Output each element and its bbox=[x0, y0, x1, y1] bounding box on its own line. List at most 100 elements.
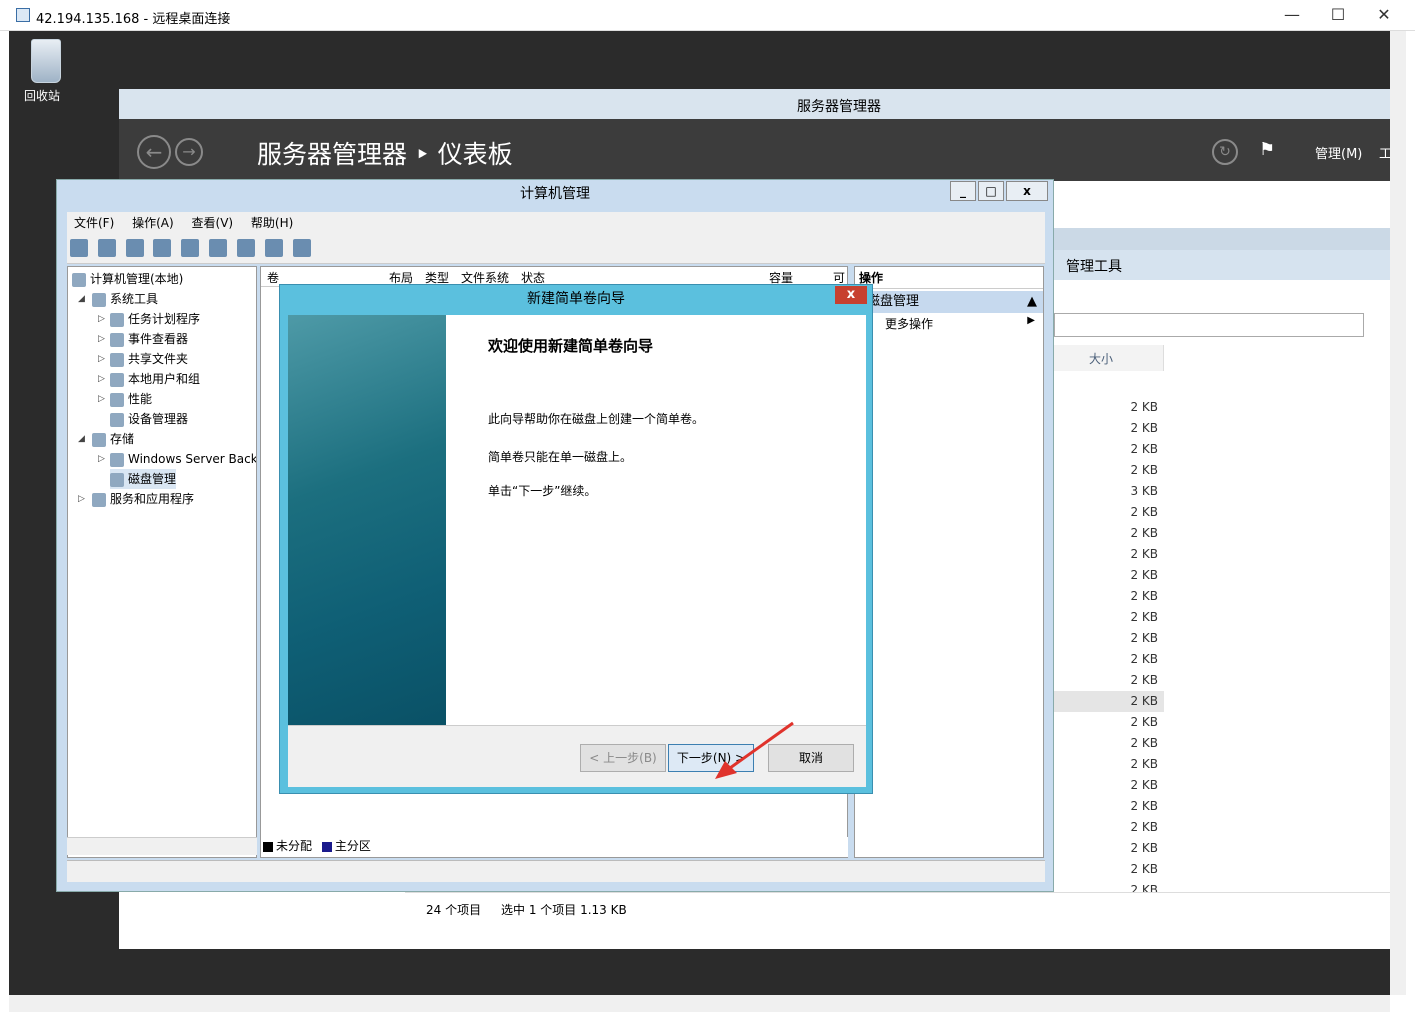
file-size-cell[interactable]: 3 KB bbox=[1054, 481, 1164, 502]
minimize-button[interactable]: — bbox=[1272, 4, 1312, 26]
cm-close-button[interactable]: x bbox=[1006, 181, 1048, 201]
expand-icon[interactable]: ▷ bbox=[98, 334, 105, 344]
item-count: 24 个项目 bbox=[426, 903, 482, 917]
expand-icon[interactable]: ▷ bbox=[98, 374, 105, 384]
close-button[interactable]: ✕ bbox=[1364, 4, 1404, 26]
rdp-horizontal-scrollbar[interactable] bbox=[9, 995, 1390, 1012]
show-action-pane-icon[interactable] bbox=[209, 239, 228, 257]
file-size-cell[interactable]: 2 KB bbox=[1054, 523, 1164, 544]
actions-pane: 操作 磁盘管理 ▲ 更多操作 ▶ bbox=[854, 266, 1044, 858]
tree-item-task-scheduler[interactable]: 任务计划程序 bbox=[110, 309, 200, 329]
show-tree-icon[interactable] bbox=[153, 239, 172, 257]
tree-item-local-users-groups[interactable]: 本地用户和组 bbox=[110, 369, 200, 389]
tree-item-device-manager[interactable]: 设备管理器 bbox=[110, 409, 188, 429]
users-icon bbox=[110, 372, 124, 387]
tree-item-system-tools[interactable]: 系统工具 bbox=[92, 289, 158, 309]
actions-header: 操作 bbox=[855, 267, 1043, 289]
menu-manage[interactable]: 管理(M) bbox=[1315, 143, 1362, 162]
menu-tools[interactable]: 工 bbox=[1379, 143, 1390, 162]
server-manager-breadcrumb: 服务器管理器 ‣ 仪表板 bbox=[257, 140, 513, 169]
expand-icon[interactable]: ▷ bbox=[98, 394, 105, 404]
tree-item-performance[interactable]: 性能 bbox=[110, 389, 152, 409]
properties-icon[interactable] bbox=[264, 239, 283, 257]
maximize-button[interactable]: ☐ bbox=[1318, 4, 1358, 26]
up-folder-icon[interactable] bbox=[125, 239, 144, 257]
file-size-cell[interactable]: 2 KB bbox=[1054, 775, 1164, 796]
file-size-cell[interactable]: 2 KB bbox=[1054, 838, 1164, 859]
expand-icon[interactable]: ▷ bbox=[78, 494, 85, 504]
rdp-titlebar: 42.194.135.168 - 远程桌面连接 — ☐ ✕ bbox=[0, 0, 1415, 31]
disk-icon bbox=[110, 472, 124, 487]
file-size-cell[interactable]: 2 KB bbox=[1054, 460, 1164, 481]
refresh-icon[interactable]: ↻ bbox=[1212, 139, 1238, 165]
wizard-heading: 欢迎使用新建简单卷向导 bbox=[488, 337, 654, 355]
back-nav-icon[interactable]: ← bbox=[137, 135, 171, 169]
actions-more[interactable]: 更多操作 bbox=[885, 315, 933, 332]
file-size-cell[interactable]: 2 KB bbox=[1054, 586, 1164, 607]
export-icon[interactable] bbox=[292, 239, 311, 257]
cm-toolbar bbox=[67, 234, 1045, 264]
back-arrow-icon[interactable] bbox=[70, 239, 88, 257]
cm-minimize-button[interactable]: _ bbox=[950, 181, 976, 201]
explorer-header: 管理工具 bbox=[1054, 250, 1390, 280]
expand-icon[interactable]: ▷ bbox=[98, 354, 105, 364]
menu-help[interactable]: 帮助(H) bbox=[244, 212, 300, 233]
menu-action[interactable]: 操作(A) bbox=[125, 212, 181, 233]
file-size-cell[interactable]: 2 KB bbox=[1054, 565, 1164, 586]
file-size-cell[interactable]: 2 KB bbox=[1054, 544, 1164, 565]
tree-item-event-viewer[interactable]: 事件查看器 bbox=[110, 329, 188, 349]
recycle-bin-label: 回收站 bbox=[23, 89, 60, 103]
file-size-cell[interactable]: 2 KB bbox=[1054, 817, 1164, 838]
wizard-close-button[interactable]: x bbox=[835, 286, 867, 304]
column-volume[interactable]: 卷 bbox=[267, 269, 279, 286]
file-size-cell[interactable]: 2 KB bbox=[1054, 712, 1164, 733]
file-size-cell[interactable]: 2 KB bbox=[1054, 628, 1164, 649]
file-size-cell[interactable]: 2 KB bbox=[1054, 418, 1164, 439]
wizard-intro-text: 此向导帮助你在磁盘上创建一个简单卷。 bbox=[488, 412, 705, 426]
navigation-tree: 计算机管理(本地) ◢ 系统工具 ▷ 任务计划程序 ▷ 事件查看器 ▷ 共享文件… bbox=[67, 266, 257, 858]
tree-item-storage[interactable]: 存储 bbox=[92, 429, 134, 449]
file-size-cell[interactable]: 2 KB bbox=[1054, 733, 1164, 754]
tools-folder-title: 管理工具 bbox=[1066, 259, 1122, 275]
new-simple-volume-wizard: 新建简单卷向导 x 欢迎使用新建简单卷向导 此向导帮助你在磁盘上创建一个简单卷。… bbox=[279, 284, 873, 794]
address-bar[interactable] bbox=[1054, 313, 1364, 337]
expand-icon[interactable]: ▷ bbox=[98, 454, 105, 464]
forward-arrow-icon[interactable] bbox=[97, 239, 116, 257]
tree-item-shared-folders[interactable]: 共享文件夹 bbox=[110, 349, 188, 369]
menu-view[interactable]: 查看(V) bbox=[185, 212, 241, 233]
file-size-cell[interactable]: 2 KB bbox=[1054, 649, 1164, 670]
file-size-cell[interactable]: 2 KB bbox=[1054, 607, 1164, 628]
remote-desktop: 回收站 服务器管理器 ← → 服务器管理器 ‣ 仪表板 ↻ ⚑ 管理(M) 工 … bbox=[9, 31, 1390, 995]
flag-icon[interactable]: ⚑ bbox=[1259, 139, 1275, 160]
tree-item-services-apps[interactable]: 服务和应用程序 bbox=[92, 489, 194, 509]
primary-partition-swatch bbox=[321, 841, 332, 852]
cm-maximize-button[interactable]: □ bbox=[978, 181, 1004, 201]
collapse-up-icon[interactable]: ▲ bbox=[1027, 291, 1037, 313]
file-size-cell[interactable]: 2 KB bbox=[1054, 670, 1164, 691]
collapse-icon[interactable]: ◢ bbox=[78, 434, 85, 444]
expand-icon[interactable]: ▷ bbox=[98, 314, 105, 324]
refresh-icon[interactable] bbox=[236, 239, 255, 257]
tree-item-disk-management[interactable]: 磁盘管理 bbox=[110, 469, 177, 489]
file-size-cell[interactable]: 2 KB bbox=[1054, 796, 1164, 817]
file-size-cell[interactable]: 2 KB bbox=[1054, 859, 1164, 880]
tree-horizontal-scrollbar[interactable] bbox=[67, 837, 257, 855]
forward-nav-icon[interactable]: → bbox=[175, 138, 203, 166]
file-size-cell[interactable]: 2 KB bbox=[1054, 502, 1164, 523]
tree-item-computer-management[interactable]: 计算机管理(本地) bbox=[72, 269, 183, 289]
unallocated-swatch bbox=[263, 841, 273, 852]
actions-disk-management[interactable]: 磁盘管理 ▲ bbox=[855, 291, 1043, 313]
file-size-cell[interactable]: 2 KB bbox=[1054, 754, 1164, 775]
help-icon[interactable] bbox=[181, 239, 200, 257]
back-button[interactable]: < 上一步(B) bbox=[580, 744, 666, 772]
menu-file[interactable]: 文件(F) bbox=[67, 212, 121, 233]
computer-icon bbox=[72, 272, 86, 287]
file-size-cell[interactable]: 2 KB bbox=[1054, 439, 1164, 460]
column-header-size[interactable]: 大小 bbox=[1054, 345, 1164, 371]
file-size-cell[interactable]: 2 KB bbox=[1054, 397, 1164, 418]
rdp-vertical-scrollbar[interactable] bbox=[1390, 31, 1406, 995]
collapse-icon[interactable]: ◢ bbox=[78, 294, 85, 304]
recycle-bin[interactable]: 回收站 bbox=[24, 39, 63, 104]
file-size-cell[interactable]: 2 KB bbox=[1054, 691, 1164, 712]
tree-item-windows-server-backup[interactable]: Windows Server Back bbox=[110, 449, 256, 469]
